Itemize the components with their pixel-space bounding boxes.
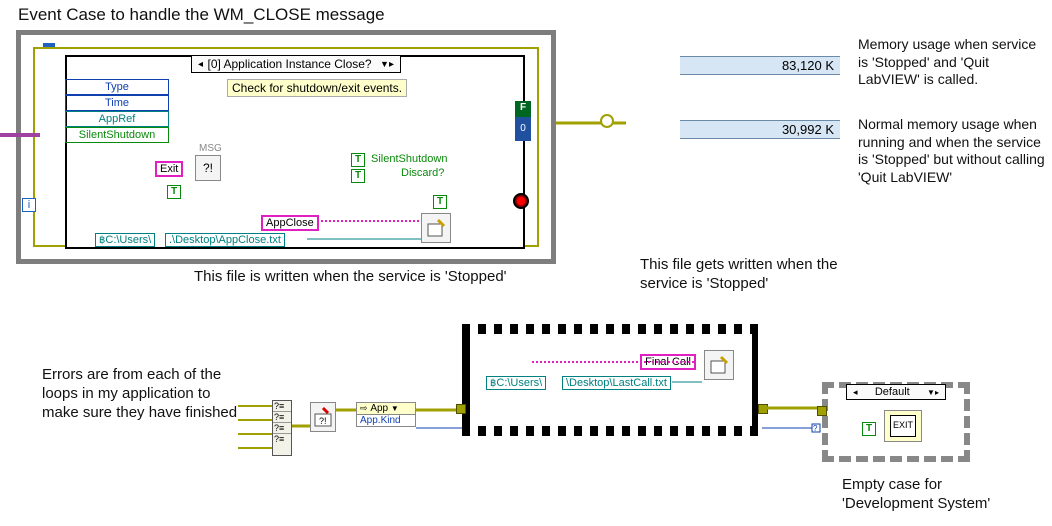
while-loop: ◂ [0] Application Instance Close? ▼ ▸ Ch… (33, 47, 539, 247)
event-node-appref: AppRef (65, 111, 169, 127)
event-node-type: Type (65, 79, 169, 95)
loop-i-terminal: i (22, 198, 36, 212)
dialog-icon: ?! (195, 155, 221, 181)
flat-sequence: Final Call ฿C:\Users\ \Desktop\LastCall.… (462, 324, 762, 436)
bool-const-t1: T (167, 185, 181, 199)
clear-errors-icon: ?! (310, 402, 336, 432)
case-selector[interactable]: ◂ Default ▼▸ (846, 384, 946, 400)
bool-const-t-case: T (862, 422, 876, 436)
case-selector-label: Default (875, 386, 910, 398)
write-file-icon (421, 213, 451, 243)
memory-bar-high: 83,120 K (680, 56, 840, 75)
event-node-silent: SilentShutdown (65, 127, 169, 143)
path-const-right: .\Desktop\AppClose.txt (165, 233, 285, 247)
memory-bar-norm: 30,992 K (680, 120, 840, 139)
case-error-in (817, 406, 827, 416)
svg-text:?: ? (813, 424, 818, 433)
stop-terminal[interactable] (513, 193, 529, 209)
case-structure: ◂ Default ▼▸ T EXIT (822, 382, 970, 462)
event-case-selector[interactable]: ◂ [0] Application Instance Close? ▼ ▸ (191, 55, 401, 73)
seq-error-in (456, 404, 466, 414)
path2-right: \Desktop\LastCall.txt (562, 376, 671, 390)
bool-const-t3: T (351, 169, 365, 183)
label-silentshutdown: SilentShutdown (371, 153, 447, 165)
write-file-icon-2 (704, 350, 734, 380)
string-const-finalcall: Final Call (640, 354, 696, 370)
error-out-indicator (600, 114, 614, 128)
page-title: Event Case to handle the WM_CLOSE messag… (18, 4, 385, 25)
annotation-empty-case: Empty case for 'Development System' (842, 476, 1022, 514)
diagram-canvas: Event Case to handle the WM_CLOSE messag… (0, 0, 1052, 526)
string-const-appclose: AppClose (261, 215, 319, 231)
path2-left: ฿C:\Users\ (486, 376, 546, 390)
path-const-left: ฿C:\Users\ (95, 233, 155, 247)
msg-label: MSG (199, 143, 222, 154)
merge-errors-icon: ?≡ ?≡ ?≡ ?≡ (272, 400, 292, 456)
event-data-nodes: Type Time AppRef SilentShutdown (65, 79, 169, 143)
svg-text:?!: ?! (319, 416, 327, 426)
shift-val: 0 (515, 117, 531, 141)
annotation-file-written-film: This file gets written when the service … (640, 256, 840, 294)
annotation-mem-high: Memory usage when service is 'Stopped' a… (858, 36, 1042, 89)
annotation-errors: Errors are from each of the loops in my … (42, 366, 242, 422)
event-node-time: Time (65, 95, 169, 111)
label-discard: Discard? (401, 167, 444, 179)
string-const-exit: Exit (155, 161, 183, 177)
exit-icon: EXIT (890, 415, 916, 437)
comment-shutdown: Check for shutdown/exit events. (227, 79, 407, 97)
bool-const-t4: T (433, 195, 447, 209)
bool-const-t2: T (351, 153, 365, 167)
bool-const-f: F (515, 101, 531, 117)
annotation-mem-norm: Normal memory usage when running and whe… (858, 116, 1048, 186)
app-property-node: ⇨ App ▼ App.Kind (356, 402, 416, 427)
annotation-file-written-upper: This file is written when the service is… (194, 268, 507, 287)
event-structure: ◂ [0] Application Instance Close? ▼ ▸ Ch… (65, 55, 525, 249)
while-loop-outer: ◂ [0] Application Instance Close? ▼ ▸ Ch… (16, 30, 556, 264)
event-case-label: [0] Application Instance Close? (203, 57, 376, 71)
seq-error-out (758, 404, 768, 414)
while-right-controls: F 0 (515, 101, 531, 141)
quit-labview-icon: EXIT (884, 410, 922, 442)
